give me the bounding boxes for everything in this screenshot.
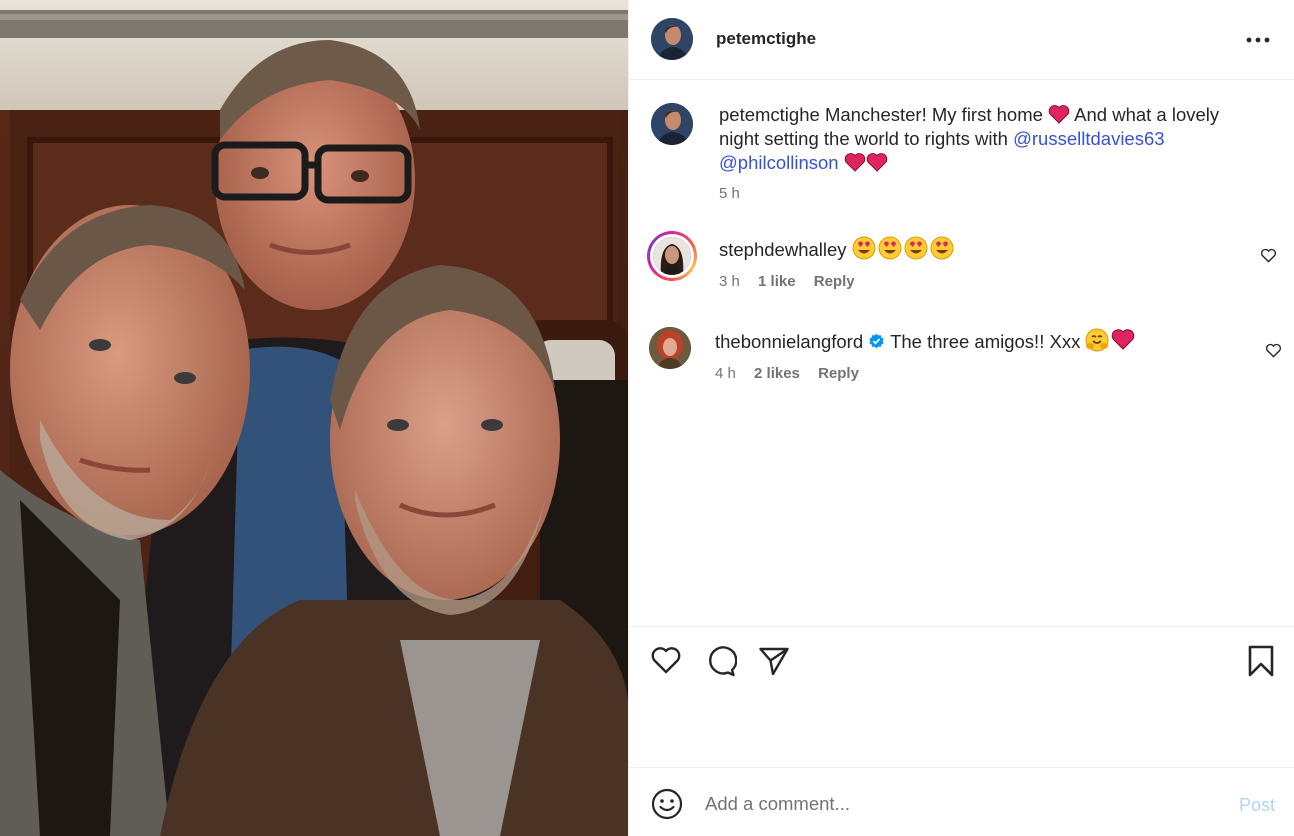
comment-timestamp[interactable]: 4 h: [715, 365, 736, 382]
more-options-button[interactable]: [1245, 28, 1271, 52]
caption-meta: 5 h: [719, 185, 754, 202]
red-heart-emoji-icon: [1048, 105, 1070, 124]
caption-timestamp[interactable]: 5 h: [719, 185, 740, 202]
comment-meta: 4 h 2 likes Reply: [715, 365, 873, 382]
story-ring-inner: [650, 234, 694, 278]
caption-text-1: Manchester! My first home: [824, 104, 1043, 125]
mention-philcollinson[interactable]: @philcollinson: [719, 152, 839, 173]
comment-username[interactable]: stephdewhalley: [719, 239, 847, 260]
add-comment-input[interactable]: [703, 786, 1207, 822]
comment-meta: 3 h 1 like Reply: [719, 273, 869, 290]
emoji-smiley-icon[interactable]: [651, 788, 683, 820]
comment-likes[interactable]: 1 like: [758, 273, 796, 290]
comment-bubble-icon[interactable]: [705, 645, 737, 677]
post-caption: petemctighe Manchester! My first home An…: [719, 103, 1259, 175]
verified-badge-icon: [869, 333, 884, 349]
post-actions-bar: [629, 626, 1294, 767]
comment-like-heart-icon[interactable]: [1260, 248, 1277, 263]
comment-avatar-thebonnielangford[interactable]: [649, 327, 691, 369]
story-ring[interactable]: [647, 231, 697, 281]
comment-likes[interactable]: 2 likes: [754, 365, 800, 382]
instagram-post-view: petemctighe petemctighe Manchester! My f…: [0, 0, 1294, 836]
comment-body: stephdewhalley: [719, 236, 956, 266]
comment-emojis: [1085, 328, 1135, 358]
more-horizontal-icon: [1246, 37, 1270, 43]
avatar-image: [653, 237, 691, 275]
hugging-face-and-heart-icon: [1085, 328, 1135, 352]
comments-section: petemctighe Manchester! My first home An…: [629, 81, 1294, 626]
add-comment-bar: Post: [629, 767, 1294, 836]
reply-button[interactable]: Reply: [814, 273, 855, 290]
paper-plane-icon[interactable]: [758, 645, 790, 677]
comment-body: thebonnielangford The three amigos!! Xxx: [715, 328, 1135, 358]
comment-timestamp[interactable]: 3 h: [719, 273, 740, 290]
heart-eyes-emoji-icon: [852, 236, 954, 260]
avatar-image: [649, 327, 691, 369]
avatar-image: [651, 103, 693, 145]
caption-author-avatar[interactable]: [651, 103, 693, 145]
post-side-panel: petemctighe petemctighe Manchester! My f…: [628, 0, 1294, 836]
heart-outline-icon[interactable]: [650, 645, 682, 675]
post-header: petemctighe: [629, 0, 1294, 80]
comment-username[interactable]: thebonnielangford: [715, 331, 863, 352]
heart-eyes-emojis: [852, 236, 956, 266]
mention-russelltdavies63[interactable]: @russelltdavies63: [1013, 128, 1164, 149]
selfie-photo: [0, 0, 628, 836]
red-heart-emoji-icon: [866, 153, 887, 172]
comment-text: The three amigos!! Xxx: [890, 331, 1081, 352]
comment-like-heart-icon[interactable]: [1265, 343, 1282, 358]
bookmark-icon[interactable]: [1247, 645, 1275, 677]
reply-button[interactable]: Reply: [818, 365, 859, 382]
comment-avatar-stephdewhalley: [653, 237, 691, 275]
post-comment-button[interactable]: Post: [1239, 795, 1275, 816]
author-avatar[interactable]: [651, 18, 693, 60]
red-heart-emoji-icon: [844, 153, 865, 172]
avatar-image: [651, 18, 693, 60]
author-username[interactable]: petemctighe: [716, 29, 816, 49]
caption-username[interactable]: petemctighe: [719, 104, 820, 125]
post-photo[interactable]: [0, 0, 628, 836]
